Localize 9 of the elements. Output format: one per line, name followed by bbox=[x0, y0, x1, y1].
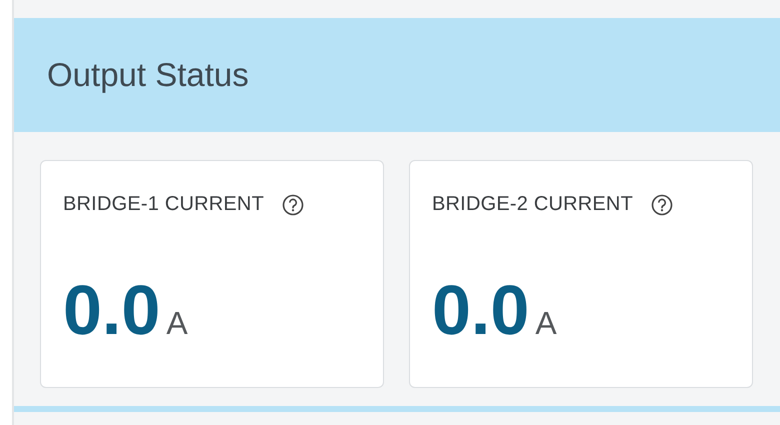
unit-label: A bbox=[166, 307, 188, 339]
help-icon[interactable] bbox=[651, 194, 673, 216]
metric-label: BRIDGE-2 CURRENT bbox=[432, 193, 633, 216]
help-icon[interactable] bbox=[282, 194, 304, 216]
metric-value: 0.0 bbox=[63, 282, 160, 338]
metric-label: BRIDGE-1 CURRENT bbox=[63, 193, 264, 216]
unit-label: A bbox=[535, 307, 557, 339]
metric-value: 0.0 bbox=[432, 282, 530, 338]
panel-title: Output Status bbox=[47, 56, 249, 94]
